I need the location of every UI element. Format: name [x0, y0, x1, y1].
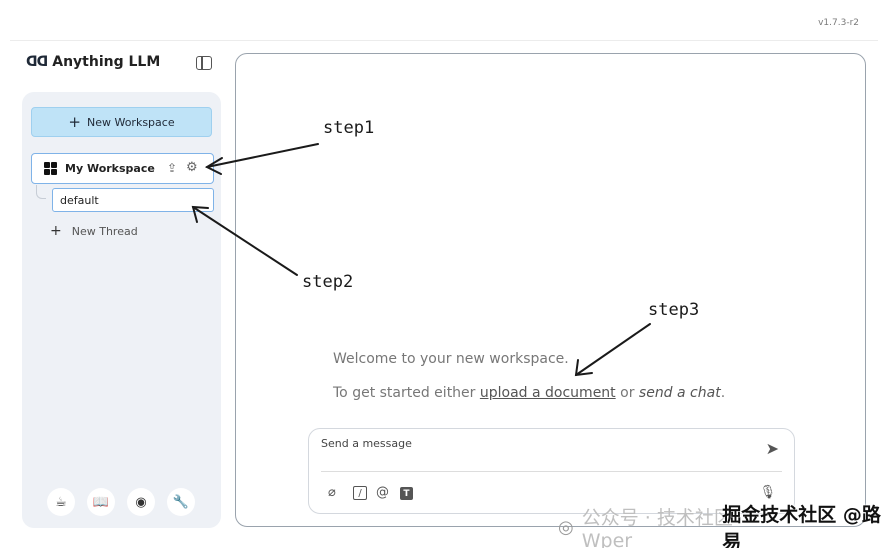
send-chat-link[interactable]: send a chat	[639, 385, 721, 401]
plus-icon: +	[50, 223, 62, 239]
upload-document-link[interactable]: upload a document	[480, 385, 616, 401]
workspace-grid-icon	[44, 162, 57, 175]
annotation-step3: step3	[648, 300, 700, 320]
thread-item-default[interactable]: default	[52, 188, 214, 212]
microphone-icon[interactable]: 🎙	[759, 485, 776, 500]
text-size-icon[interactable]: T	[400, 487, 413, 500]
new-thread-label: New Thread	[71, 224, 138, 238]
sidebar-panel: + New Workspace My Workspace ⇪ ⚙ default…	[22, 92, 221, 528]
new-workspace-label: New Workspace	[86, 115, 175, 129]
brand-name: Anything LLM	[52, 54, 161, 70]
docs-book-icon[interactable]: 📖	[87, 488, 115, 516]
get-started-text: To get started either upload a document …	[333, 385, 725, 401]
workspace-item[interactable]: My Workspace ⇪ ⚙	[31, 153, 214, 184]
new-workspace-button[interactable]: + New Workspace	[31, 107, 212, 137]
upload-icon[interactable]: ⇪	[167, 161, 177, 175]
workspace-label: My Workspace	[65, 162, 155, 175]
annotation-step1: step1	[323, 118, 375, 138]
new-thread-button[interactable]: + New Thread	[50, 223, 138, 239]
brand: ᗡᗡ Anything LLM	[26, 54, 160, 70]
annotation-step2: step2	[302, 272, 354, 292]
slash-command-icon[interactable]: /	[353, 486, 367, 500]
composer-divider	[321, 471, 782, 472]
version-label: v1.7.3-r2	[818, 18, 859, 28]
send-icon[interactable]: ➤	[766, 439, 779, 458]
watermark-main-text: 掘金技术社区 @路易	[722, 504, 881, 548]
sidebar: ᗡᗡ Anything LLM + New Workspace My Works…	[10, 40, 225, 538]
community-hub-icon[interactable]: ☕	[47, 488, 75, 516]
gear-icon[interactable]: ⚙	[186, 160, 198, 175]
attachment-clip-icon[interactable]: ⌀	[328, 485, 336, 500]
plus-icon: +	[68, 112, 81, 131]
discord-icon[interactable]: ◉	[127, 488, 155, 516]
sidebar-footer: ☕ 📖 ◉ 🔧	[47, 488, 195, 516]
watermark: ◎ 公众号 · 技术社区 Wper 掘金技术社区 @路易	[558, 500, 887, 548]
wechat-icon: ◎	[558, 516, 574, 538]
settings-wrench-icon[interactable]: 🔧	[167, 488, 195, 516]
thread-connector	[36, 185, 46, 199]
welcome-text: Welcome to your new workspace.	[333, 351, 569, 367]
at-mention-icon[interactable]: @	[376, 485, 389, 500]
or-text: or	[615, 385, 639, 401]
anythingllm-logo-icon: ᗡᗡ	[26, 54, 48, 70]
message-input[interactable]	[321, 437, 741, 450]
get-started-prefix: To get started either	[333, 385, 480, 401]
sidebar-toggle-icon[interactable]	[196, 56, 212, 70]
period-text: .	[720, 385, 726, 401]
